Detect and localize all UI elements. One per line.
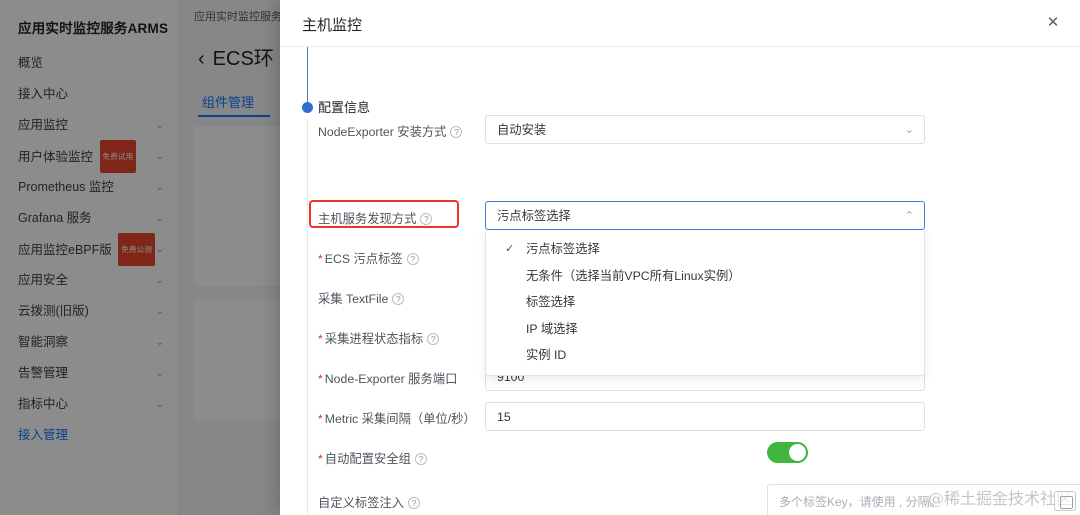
watermark: @稀土掘金技术社区 (928, 485, 1072, 509)
label-text: ECS 污点标签 (325, 252, 403, 266)
dropdown-option-ip-range-select[interactable]: IP 域选择 (486, 316, 924, 343)
toggle-knob (789, 444, 806, 461)
dropdown-option-label: 污点标签选择 (526, 242, 600, 256)
label-host-discovery-method: 主机服务发现方式? (318, 209, 432, 227)
dropdown-option-label-select[interactable]: 标签选择 (486, 289, 924, 316)
required-marker: * (318, 252, 323, 266)
timeline-step-dot (302, 102, 313, 113)
timeline-rail-line (307, 47, 308, 105)
check-icon: ✓ (505, 236, 514, 263)
screen: 应用实时监控服务ARMS 概览 接入中心 应用监控 ⌄ 用户体验监控 免费试用 … (0, 0, 1080, 515)
label-collect-process-status-metric: *采集进程状态指标? (318, 329, 439, 347)
toggle-auto-configure-security-group[interactable] (767, 442, 808, 463)
label-custom-label-injection: 自定义标签注入? (318, 493, 420, 511)
host-monitor-drawer: 主机监控 ✕ 配置信息 NodeExporter 安装方式? 自动安装 ⌄ 主机… (280, 0, 1080, 515)
section-title-config-info: 配置信息 (318, 97, 370, 116)
dropdown-option-instance-id[interactable]: 实例 ID (486, 342, 924, 369)
required-marker: * (318, 332, 323, 346)
input-metric-scrape-interval[interactable]: 15 (485, 402, 925, 431)
label-text: 采集进程状态指标 (325, 332, 423, 346)
select-value: 污点标签选择 (497, 202, 571, 231)
help-icon[interactable]: ? (415, 453, 427, 465)
dropdown-option-label: 无条件（选择当前VPC所有Linux实例） (526, 269, 741, 283)
timeline-rail-divider (307, 119, 308, 515)
textarea-placeholder: 多个标签Key，请使用 , 分隔。 (779, 493, 942, 510)
label-text: 采集 TextFile (318, 292, 388, 306)
required-marker: * (318, 452, 323, 466)
label-text: NodeExporter 安装方式 (318, 125, 446, 139)
label-nodeexporter-install-method: NodeExporter 安装方式? (318, 122, 462, 140)
label-auto-configure-security-group: *自动配置安全组? (318, 449, 427, 467)
help-icon[interactable]: ? (420, 213, 432, 225)
label-text: Node-Exporter 服务端口 (325, 372, 458, 386)
help-icon[interactable]: ? (407, 253, 419, 265)
close-icon[interactable]: ✕ (1040, 10, 1066, 36)
drawer-header: 主机监控 ✕ (280, 0, 1080, 47)
chevron-down-icon: ⌄ (905, 116, 914, 145)
label-text: 主机服务发现方式 (318, 212, 416, 226)
help-icon[interactable]: ? (392, 293, 404, 305)
label-ecs-taint-label: *ECS 污点标签? (318, 249, 419, 267)
dropdown-option-unconditional[interactable]: 无条件（选择当前VPC所有Linux实例） (486, 263, 924, 290)
help-icon[interactable]: ? (408, 497, 420, 509)
drawer-body: 配置信息 NodeExporter 安装方式? 自动安装 ⌄ 主机服务发现方式?… (280, 47, 1080, 515)
label-text: 自定义标签注入 (318, 496, 404, 510)
label-collect-textfile: 采集 TextFile? (318, 289, 404, 307)
dropdown-option-taint-label-select[interactable]: ✓ 污点标签选择 (486, 236, 924, 263)
label-node-exporter-service-port: *Node-Exporter 服务端口 (318, 369, 457, 387)
required-marker: * (318, 412, 323, 426)
label-metric-scrape-interval: *Metric 采集间隔（单位/秒） (318, 409, 476, 427)
dropdown-option-label: 实例 ID (526, 348, 566, 362)
dropdown-host-discovery-method[interactable]: ✓ 污点标签选择 无条件（选择当前VPC所有Linux实例） 标签选择 IP 域… (485, 230, 925, 376)
chevron-up-icon: ⌃ (905, 202, 914, 231)
dropdown-option-label: IP 域选择 (526, 322, 578, 336)
label-text: 自动配置安全组 (325, 452, 411, 466)
required-marker: * (318, 372, 323, 386)
help-icon[interactable]: ? (427, 333, 439, 345)
watermark-badge-icon (1054, 491, 1076, 511)
select-nodeexporter-install-method[interactable]: 自动安装 ⌄ (485, 115, 925, 144)
drawer-title: 主机监控 (302, 14, 362, 35)
label-text: Metric 采集间隔（单位/秒） (325, 412, 476, 426)
help-icon[interactable]: ? (450, 126, 462, 138)
select-value: 自动安装 (497, 116, 546, 145)
dropdown-option-label: 标签选择 (526, 295, 575, 309)
input-value: 15 (497, 403, 511, 432)
select-host-discovery-method[interactable]: 污点标签选择 ⌃ (485, 201, 925, 230)
